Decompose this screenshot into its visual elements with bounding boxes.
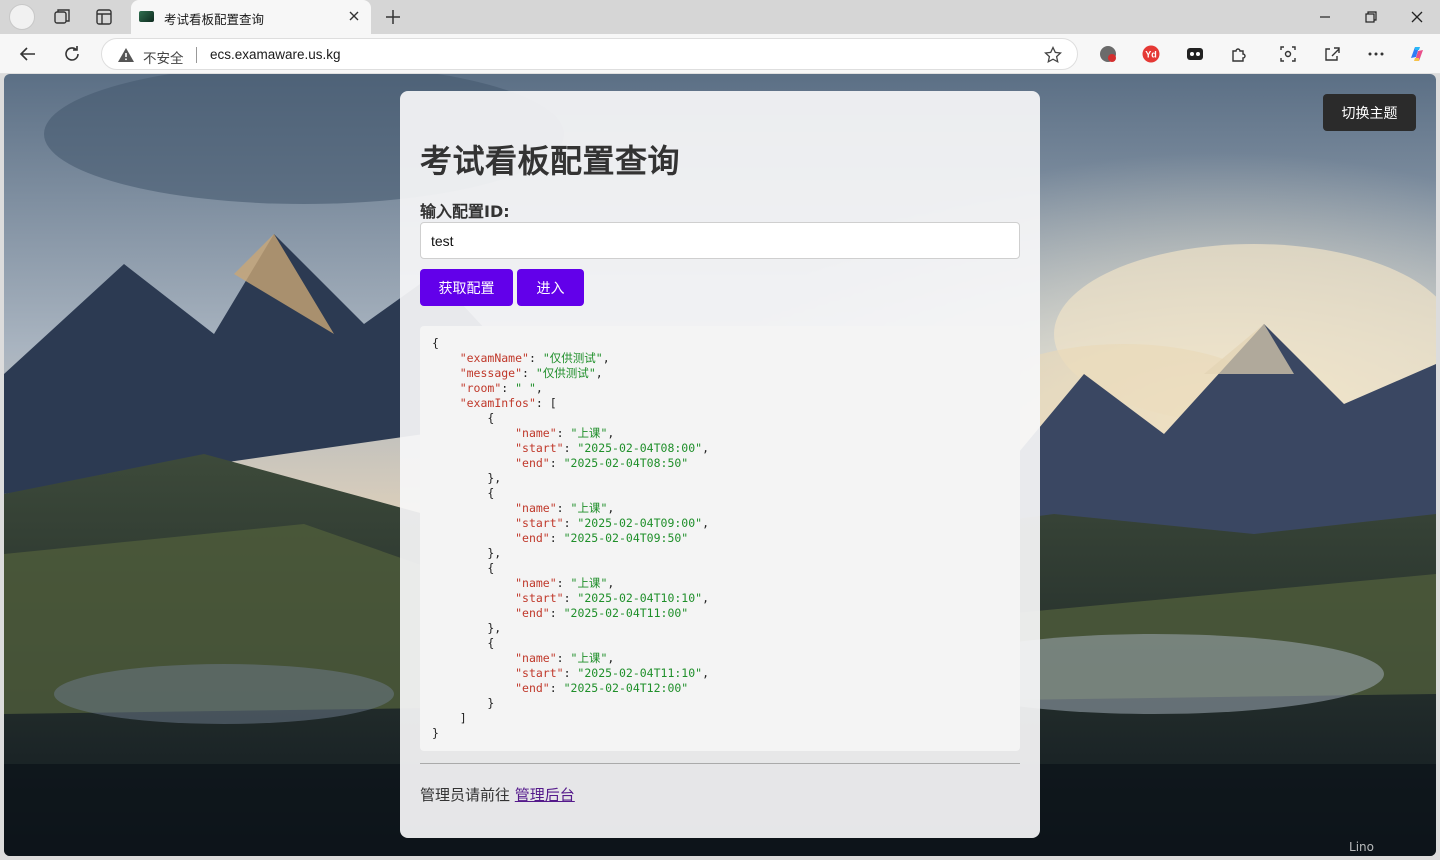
- json-exam-start: 2025-02-04T08:00: [584, 441, 696, 455]
- json-exam-end: 2025-02-04T12:00: [570, 681, 682, 695]
- window-close-icon[interactable]: [1408, 8, 1426, 26]
- vertical-tabs-icon[interactable]: [93, 6, 115, 28]
- profile-avatar[interactable]: [9, 4, 35, 30]
- json-exam-name: 上课: [577, 426, 601, 440]
- footer-text: 管理员请前往: [420, 786, 515, 804]
- address-separator: [196, 47, 197, 63]
- back-icon[interactable]: [17, 43, 39, 65]
- url-text[interactable]: ecs.examaware.us.kg: [210, 47, 341, 62]
- json-message: 仅供测试: [542, 366, 589, 380]
- config-id-input[interactable]: [420, 222, 1020, 259]
- extension-icon-3[interactable]: [1185, 44, 1205, 64]
- favorite-star-icon[interactable]: [1043, 45, 1063, 65]
- share-icon[interactable]: [1322, 44, 1342, 64]
- insecure-label[interactable]: 不安全: [143, 47, 184, 67]
- json-exam-end: 2025-02-04T11:00: [570, 606, 682, 620]
- tab-strip: 考试看板配置查询: [0, 0, 1440, 34]
- svg-text:Yd: Yd: [1145, 50, 1157, 60]
- enter-button[interactable]: 进入: [517, 269, 584, 306]
- minimize-icon[interactable]: [1316, 8, 1334, 26]
- json-exam-name: 上课: [577, 576, 601, 590]
- json-exam-end: 2025-02-04T09:50: [570, 531, 682, 545]
- config-id-label: 输入配置ID:: [420, 202, 510, 221]
- screenshot-icon[interactable]: [1278, 44, 1298, 64]
- watermark: Lino: [1349, 840, 1374, 854]
- workspaces-icon[interactable]: [51, 6, 73, 28]
- refresh-icon[interactable]: [61, 43, 83, 65]
- json-exam-end: 2025-02-04T08:50: [570, 456, 682, 470]
- json-exam-name: 上课: [577, 651, 601, 665]
- json-exam-start: 2025-02-04T10:10: [584, 591, 696, 605]
- json-exam-start: 2025-02-04T11:10: [584, 666, 696, 680]
- warning-icon[interactable]: [117, 46, 135, 64]
- address-bar[interactable]: 不安全 ecs.examaware.us.kg: [101, 38, 1078, 70]
- extension-icon-2[interactable]: Yd: [1141, 44, 1161, 64]
- config-card: 考试看板配置查询 输入配置ID: 获取配置 进入 { "examName": "…: [400, 91, 1040, 838]
- json-exam-name: 上课: [577, 501, 601, 515]
- json-room: [522, 381, 529, 395]
- restore-icon[interactable]: [1362, 8, 1380, 26]
- tab-title: 考试看板配置查询: [164, 12, 265, 27]
- config-json-output: { "examName": "仅供测试", "message": "仅供测试",…: [420, 326, 1020, 751]
- switch-theme-button[interactable]: 切换主题: [1323, 94, 1416, 131]
- close-icon[interactable]: [346, 8, 362, 24]
- page-title: 考试看板配置查询: [420, 142, 681, 180]
- json-examname: 仅供测试: [549, 351, 596, 365]
- fetch-config-button[interactable]: 获取配置: [420, 269, 513, 306]
- tab-favicon: [139, 11, 154, 22]
- extensions-puzzle-icon[interactable]: [1229, 44, 1249, 64]
- page-viewport: 切换主题 考试看板配置查询 输入配置ID: 获取配置 进入 { "examNam…: [4, 74, 1436, 856]
- new-tab-icon[interactable]: [382, 6, 404, 28]
- admin-footer: 管理员请前往 管理后台: [420, 784, 575, 805]
- json-exam-start: 2025-02-04T09:00: [584, 516, 696, 530]
- copilot-icon[interactable]: [1407, 44, 1427, 64]
- admin-panel-link[interactable]: 管理后台: [515, 786, 575, 804]
- divider: [420, 763, 1020, 764]
- browser-toolbar: 不安全 ecs.examaware.us.kg Yd: [0, 34, 1440, 74]
- more-icon[interactable]: [1366, 44, 1386, 64]
- extension-icon-1[interactable]: [1098, 44, 1118, 64]
- active-tab[interactable]: 考试看板配置查询: [131, 0, 371, 34]
